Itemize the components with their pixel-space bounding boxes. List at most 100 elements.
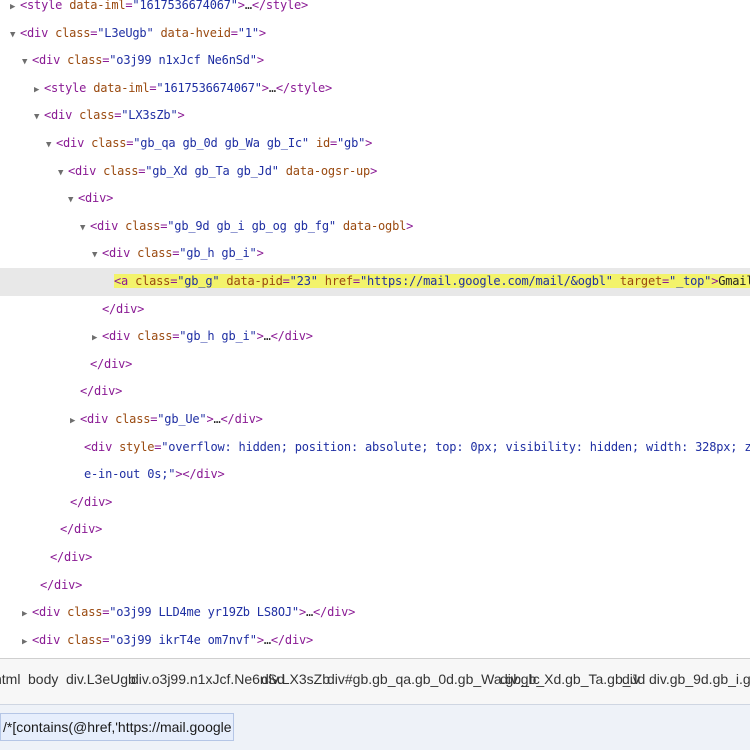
markup-attr-val: "https://mail.google.com/mail/&ogbl" [359,274,613,288]
markup-attr-name: class [137,246,173,261]
dom-node-markup: e-in-out 0s;"></div> [84,467,225,481]
markup-attr-name: class [79,108,115,123]
markup-attr-val: "1617536674067" [156,80,262,95]
markup-attr-val: e-in-out 0s;" [84,467,176,482]
dom-node-markup: </div> [60,522,102,536]
dom-node[interactable]: </div> [0,296,750,324]
markup-attr-val: "gb_h gb_i" [179,329,257,344]
markup-tag [309,136,316,150]
search-input[interactable] [0,713,234,741]
dom-node[interactable]: ▶ <div class="gb_Ue">…</div> [0,406,750,434]
markup-tag: > [256,246,264,261]
markup-attr-val: "o3j99 LLD4me yr19Zb LS8OJ" [109,605,299,620]
breadcrumb-item[interactable]: div [622,671,640,687]
dom-node[interactable]: </div> [0,544,750,572]
dom-node-selected[interactable]: <a class="gb_g" data-pid="23" href="http… [0,268,750,296]
expand-down-icon[interactable]: ▼ [92,242,102,270]
markup-tag [153,26,160,40]
dom-node[interactable]: ▼ <div class = "gb_qa gb_0d gb_Wa gb_Ic" id… [0,130,750,158]
dom-node-markup: </div> [102,302,144,316]
markup-tag: <div [68,163,104,178]
markup-tag: > [406,218,414,233]
markup-tag: = [330,136,338,150]
dom-node-markup: <style data-iml="1617536674067">…</style… [44,81,332,95]
expand-down-icon[interactable]: ▼ [46,132,56,160]
markup-attr-name: class [55,25,91,40]
markup-tag: <div [32,53,68,68]
dom-node[interactable]: ▼ <div class="LX3sZb"> [0,102,750,130]
markup-tag: > [258,25,266,40]
expand-right-icon[interactable]: ▶ [22,601,32,629]
dom-node[interactable]: </div> [0,351,750,379]
markup-tag: <div [102,329,138,344]
expand-down-icon[interactable]: ▼ [80,215,90,243]
markup-tag: <div> [78,191,114,206]
dom-node[interactable]: </div> [0,489,750,517]
breadcrumb-item[interactable]: body [28,671,58,687]
markup-attr-name: class [135,274,171,288]
markup-plain: Gmail [718,274,750,288]
dom-node[interactable]: ▼ <div class="o3j99 n1xJcf Ne6nSd"> [0,47,750,75]
dom-node-markup: </div> [40,578,82,592]
dom-node-markup: <div class="L3eUgb" data-hveid="1"> [20,26,266,40]
markup-attr-val: "gb_9d gb_i gb_og gb_fg" [167,218,336,233]
expand-down-icon[interactable]: ▼ [10,22,20,50]
dom-node[interactable]: </div> [0,378,750,406]
markup-tag: <div [32,605,68,620]
expand-down-icon[interactable]: ▼ [34,104,44,132]
markup-tag: </div> [182,467,225,482]
markup-attr-name: class [67,632,103,647]
expand-down-icon[interactable]: ▼ [58,160,68,188]
breadcrumb-item[interactable]: html [0,671,20,687]
markup-attr-val: "_top" [669,274,712,288]
dom-node[interactable]: ▶ <style data-iml="1617536674067">…</styl… [0,75,750,103]
markup-tag: </style> [275,80,333,95]
dom-node[interactable]: ▼ <div class="gb_h gb_i"> [0,240,750,268]
dom-node[interactable]: ▶ <div class="gb_h gb_i">…</div> [0,323,750,351]
dom-node[interactable]: <div style="overflow: hidden; position: … [0,434,750,462]
expand-right-icon[interactable]: ▶ [22,629,32,657]
dom-node[interactable]: </div> [0,572,750,600]
markup-tag [613,274,620,288]
breadcrumb: htmlbodydiv.L3eUgbdiv.o3j99.n1xJcf.Ne6nS… [0,658,750,705]
dom-node[interactable]: ▶ <div class="o3j99 LLD4me yr19Zb LS8OJ">… [0,599,750,627]
dom-node-markup: <div class="gb_9d gb_i gb_og gb_fg" data… [90,219,413,233]
markup-tag: <div [80,412,116,426]
dom-node[interactable]: ▶ <div class="o3j99 ikrT4e om7nvf">…</div… [0,627,750,655]
dom-node[interactable]: </div> [0,516,750,544]
expand-down-icon[interactable]: ▼ [22,49,32,77]
dom-node-markup: <div class="gb_Ue">…</div> [80,412,263,426]
dom-node-markup: <a class="gb_g" data-pid="23" href="http… [114,274,750,288]
markup-tag: > [256,632,264,647]
dom-node-markup: </div> [70,495,112,509]
dom-node[interactable]: ▶ <style data-iml="1617536674067">…</styl… [0,0,750,20]
breadcrumb-item[interactable]: div.gb_9d.gb_i.gb_og [649,671,750,687]
dom-node[interactable]: ▼ <div class="L3eUgb" data-hveid="1"> [0,20,750,48]
markup-attr-name: data-iml [69,0,126,12]
dom-node-markup: <div class="gb_h gb_i">…</div> [102,329,313,343]
markup-tag: </div> [80,384,123,399]
breadcrumb-item[interactable]: div.LX3sZb [261,671,330,687]
dom-node[interactable]: ▼ <div class="gb_9d gb_i gb_og gb_fg" dat… [0,213,750,241]
markup-attr-val: "L3eUgb" [97,25,154,40]
expand-right-icon[interactable]: ▶ [92,325,102,353]
dom-node[interactable]: ▼ <div class="gb_Xd gb_Ta gb_Jd" data-ogs… [0,158,750,186]
markup-tag: </div> [90,356,133,371]
markup-plain: … [268,80,276,95]
expand-down-icon[interactable]: ▼ [68,187,78,215]
markup-attr-name: class [91,136,127,150]
expand-right-icon[interactable]: ▶ [34,77,44,105]
markup-tag: = [282,274,290,288]
dom-node[interactable]: ▼ <div> [0,185,750,213]
markup-tag: = [352,274,360,288]
markup-attr-name: data-iml [93,80,150,95]
markup-plain: … [263,329,271,344]
markup-attr-val: "o3j99 n1xJcf Ne6nSd" [109,53,257,68]
markup-tag: </div> [270,329,313,344]
breadcrumb-item[interactable]: div.L3eUgb [66,671,136,687]
dom-node[interactable]: e-in-out 0s;"></div> [0,461,750,489]
markup-tag [279,164,286,178]
expand-right-icon[interactable]: ▶ [70,408,80,436]
markup-attr-val: "LX3sZb" [121,108,178,123]
expand-right-icon[interactable]: ▶ [10,0,20,22]
